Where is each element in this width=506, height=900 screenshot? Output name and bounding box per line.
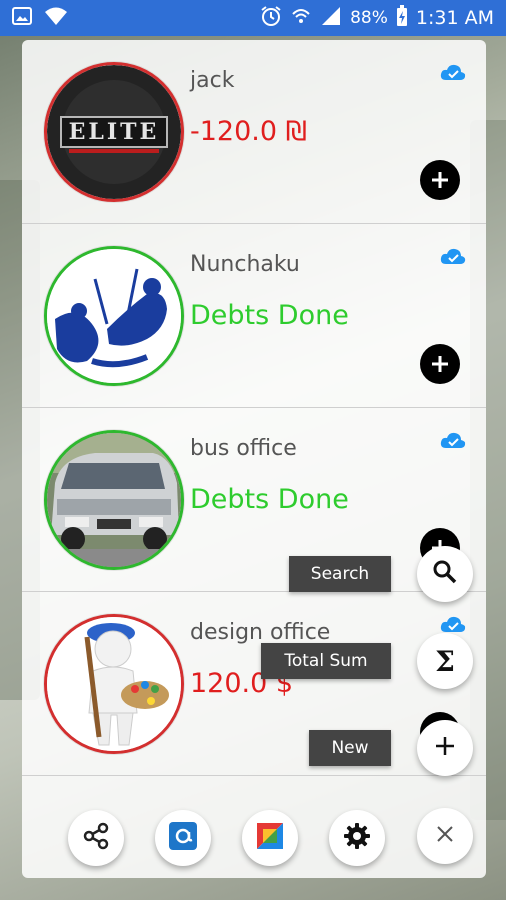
- contact-balance: Debts Done: [190, 300, 349, 331]
- wifi-icon: [44, 6, 68, 30]
- email-icon: [168, 821, 198, 855]
- contact-name: design office: [190, 620, 331, 645]
- contact-name: jack: [190, 68, 235, 93]
- list-item[interactable]: bus office Debts Done: [22, 408, 486, 592]
- list-item[interactable]: Nunchaku Debts Done: [22, 224, 486, 408]
- wifi-calling-icon: [290, 5, 312, 32]
- clock: 1:31 AM: [415, 7, 494, 29]
- new-button[interactable]: [417, 720, 473, 776]
- total-sum-label[interactable]: Total Sum: [261, 643, 391, 679]
- contact-balance: Debts Done: [190, 484, 349, 515]
- contact-name: bus office: [190, 436, 297, 461]
- contact-name: Nunchaku: [190, 252, 300, 277]
- play-store-icon: [255, 821, 285, 855]
- signal-icon: [320, 6, 342, 31]
- gear-icon: [343, 822, 371, 854]
- play-store-button[interactable]: [242, 810, 298, 866]
- cloud-sync-icon: [440, 430, 466, 454]
- status-bar: 88% 1:31 AM: [0, 0, 506, 36]
- search-icon: [432, 559, 458, 589]
- alarm-icon: [260, 5, 282, 32]
- total-sum-button[interactable]: Σ: [417, 633, 473, 689]
- avatar[interactable]: [44, 246, 184, 386]
- search-label[interactable]: Search: [289, 556, 391, 592]
- cloud-sync-icon: [440, 246, 466, 270]
- share-button[interactable]: [68, 810, 124, 866]
- avatar[interactable]: [44, 614, 184, 754]
- plus-icon: [434, 735, 456, 761]
- add-circle-icon[interactable]: [420, 344, 460, 384]
- close-icon: [436, 825, 454, 847]
- avatar[interactable]: ELITE: [44, 62, 184, 202]
- list-item[interactable]: ELITE jack -120.0 ₪: [22, 40, 486, 224]
- cloud-sync-icon: [440, 62, 466, 86]
- avatar[interactable]: [44, 430, 184, 570]
- sigma-icon: Σ: [435, 644, 455, 678]
- contact-balance: -120.0 ₪: [190, 116, 307, 147]
- battery-level: 88%: [350, 8, 388, 28]
- settings-button[interactable]: [329, 810, 385, 866]
- share-icon: [82, 822, 110, 854]
- battery-icon: [396, 4, 408, 32]
- gallery-icon: [12, 6, 32, 30]
- add-circle-icon[interactable]: [420, 160, 460, 200]
- avatar-logo-text: ELITE: [68, 119, 160, 145]
- close-menu-button[interactable]: [417, 808, 473, 864]
- search-button[interactable]: [417, 546, 473, 602]
- new-label[interactable]: New: [309, 730, 391, 766]
- email-button[interactable]: [155, 810, 211, 866]
